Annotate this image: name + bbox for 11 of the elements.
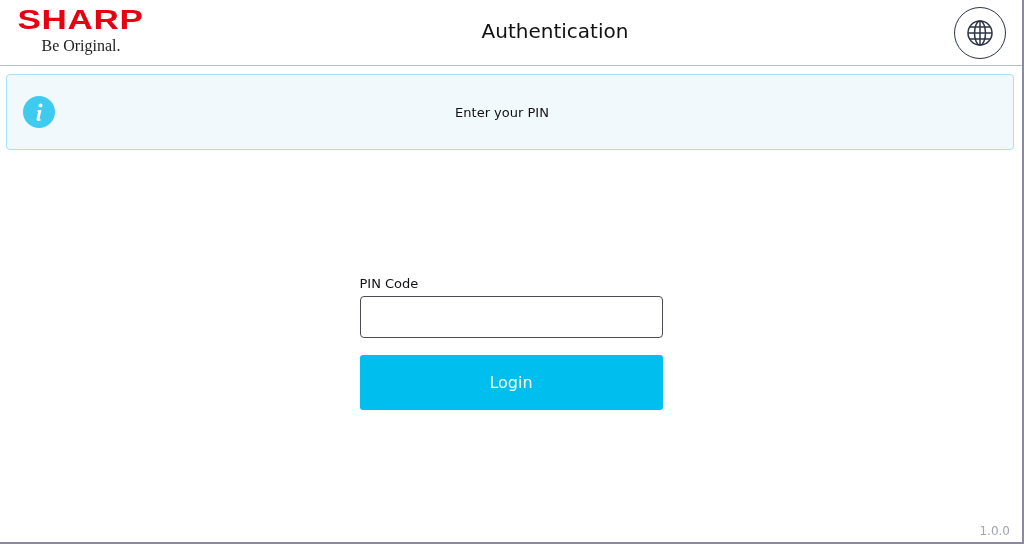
version-label: 1.0.0 <box>979 524 1010 538</box>
pin-label: PIN Code <box>359 276 420 291</box>
info-icon <box>23 96 55 128</box>
language-button[interactable] <box>954 6 1006 59</box>
pin-input[interactable] <box>359 296 663 338</box>
globe-icon <box>967 19 993 46</box>
brand-logo: SHARP <box>17 4 145 35</box>
login-button[interactable]: Login <box>359 355 663 410</box>
brand-tagline: Be Original. <box>41 36 121 55</box>
info-message: Enter your PIN <box>454 104 550 120</box>
page-title: Authentication <box>481 18 629 43</box>
